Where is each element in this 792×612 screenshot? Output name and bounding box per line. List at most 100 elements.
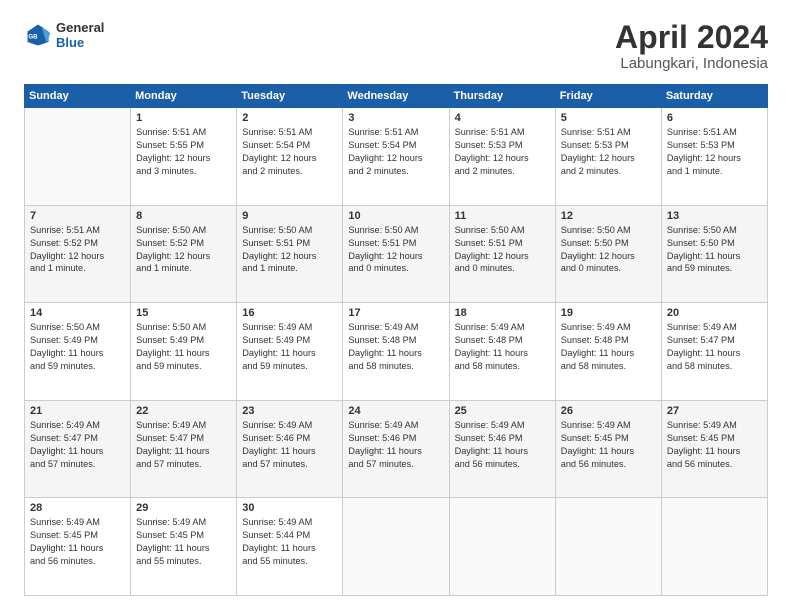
logo-blue: Blue xyxy=(56,35,104,50)
calendar-cell: 25Sunrise: 5:49 AMSunset: 5:46 PMDayligh… xyxy=(449,400,555,498)
day-number: 26 xyxy=(561,405,656,417)
week-row-1: 1 Sunrise: 5:51 AMSunset: 5:55 PMDaylight… xyxy=(25,108,768,206)
calendar-cell: 26 Sunrise: 5:49 AMSunset: 5:45 PMDayligh… xyxy=(555,400,661,498)
day-number: 2 xyxy=(242,112,337,124)
calendar-cell: 21Sunrise: 5:49 AMSunset: 5:47 PMDayligh… xyxy=(25,400,131,498)
day-number: 12 xyxy=(561,210,656,222)
day-number: 4 xyxy=(455,112,550,124)
day-info: Sunrise: 5:51 AMSunset: 5:54 PMDaylight:… xyxy=(242,126,337,178)
day-info: Sunrise: 5:49 AMSunset: 5:45 PMDaylight:… xyxy=(30,516,125,568)
day-number: 28 xyxy=(30,502,125,514)
day-info: Sunrise: 5:50 AMSunset: 5:50 PMDaylight:… xyxy=(561,224,656,276)
calendar-cell: 10Sunrise: 5:50 AMSunset: 5:51 PMDayligh… xyxy=(343,205,449,303)
logo: GB General Blue xyxy=(24,20,104,50)
calendar-cell: 23 Sunrise: 5:49 AMSunset: 5:46 PMDayligh… xyxy=(237,400,343,498)
col-header-thursday: Thursday xyxy=(449,85,555,108)
week-row-4: 21Sunrise: 5:49 AMSunset: 5:47 PMDayligh… xyxy=(25,400,768,498)
header-row: SundayMondayTuesdayWednesdayThursdayFrid… xyxy=(25,85,768,108)
day-number: 20 xyxy=(667,307,762,319)
calendar-cell xyxy=(661,498,767,596)
calendar-cell: 5 Sunrise: 5:51 AMSunset: 5:53 PMDaylight… xyxy=(555,108,661,206)
day-info: Sunrise: 5:51 AMSunset: 5:52 PMDaylight:… xyxy=(30,224,125,276)
calendar-cell: 28 Sunrise: 5:49 AMSunset: 5:45 PMDayligh… xyxy=(25,498,131,596)
day-info: Sunrise: 5:49 AMSunset: 5:46 PMDaylight:… xyxy=(455,419,550,471)
day-number: 5 xyxy=(561,112,656,124)
calendar-cell: 13Sunrise: 5:50 AMSunset: 5:50 PMDayligh… xyxy=(661,205,767,303)
calendar-cell: 9 Sunrise: 5:50 AMSunset: 5:51 PMDaylight… xyxy=(237,205,343,303)
day-info: Sunrise: 5:49 AMSunset: 5:47 PMDaylight:… xyxy=(30,419,125,471)
col-header-tuesday: Tuesday xyxy=(237,85,343,108)
calendar-cell: 30 Sunrise: 5:49 AMSunset: 5:44 PMDayligh… xyxy=(237,498,343,596)
calendar-cell: 19 Sunrise: 5:49 AMSunset: 5:48 PMDayligh… xyxy=(555,303,661,401)
day-number: 15 xyxy=(136,307,231,319)
col-header-wednesday: Wednesday xyxy=(343,85,449,108)
day-number: 23 xyxy=(242,405,337,417)
day-info: Sunrise: 5:51 AMSunset: 5:54 PMDaylight:… xyxy=(348,126,443,178)
day-number: 1 xyxy=(136,112,231,124)
day-number: 8 xyxy=(136,210,231,222)
day-info: Sunrise: 5:49 AMSunset: 5:48 PMDaylight:… xyxy=(348,321,443,373)
day-info: Sunrise: 5:49 AMSunset: 5:47 PMDaylight:… xyxy=(667,321,762,373)
title-month: April 2024 xyxy=(615,20,768,55)
day-number: 7 xyxy=(30,210,125,222)
day-number: 19 xyxy=(561,307,656,319)
calendar-cell: 22Sunrise: 5:49 AMSunset: 5:47 PMDayligh… xyxy=(131,400,237,498)
logo-icon: GB xyxy=(24,21,52,49)
col-header-sunday: Sunday xyxy=(25,85,131,108)
calendar-cell xyxy=(25,108,131,206)
day-info: Sunrise: 5:49 AMSunset: 5:46 PMDaylight:… xyxy=(242,419,337,471)
day-number: 11 xyxy=(455,210,550,222)
day-info: Sunrise: 5:50 AMSunset: 5:49 PMDaylight:… xyxy=(30,321,125,373)
calendar-cell: 1 Sunrise: 5:51 AMSunset: 5:55 PMDaylight… xyxy=(131,108,237,206)
day-number: 30 xyxy=(242,502,337,514)
calendar-cell: 29Sunrise: 5:49 AMSunset: 5:45 PMDayligh… xyxy=(131,498,237,596)
logo-text: General Blue xyxy=(56,20,104,50)
calendar-cell: 6 Sunrise: 5:51 AMSunset: 5:53 PMDaylight… xyxy=(661,108,767,206)
calendar-cell: 14 Sunrise: 5:50 AMSunset: 5:49 PMDayligh… xyxy=(25,303,131,401)
calendar-cell: 11Sunrise: 5:50 AMSunset: 5:51 PMDayligh… xyxy=(449,205,555,303)
calendar-cell: 3 Sunrise: 5:51 AMSunset: 5:54 PMDaylight… xyxy=(343,108,449,206)
day-number: 9 xyxy=(242,210,337,222)
col-header-friday: Friday xyxy=(555,85,661,108)
title-location: Labungkari, Indonesia xyxy=(615,55,768,72)
calendar-table: SundayMondayTuesdayWednesdayThursdayFrid… xyxy=(24,84,768,596)
day-info: Sunrise: 5:51 AMSunset: 5:53 PMDaylight:… xyxy=(561,126,656,178)
day-info: Sunrise: 5:49 AMSunset: 5:47 PMDaylight:… xyxy=(136,419,231,471)
title-block: April 2024 Labungkari, Indonesia xyxy=(615,20,768,72)
day-info: Sunrise: 5:51 AMSunset: 5:53 PMDaylight:… xyxy=(667,126,762,178)
calendar-cell: 27Sunrise: 5:49 AMSunset: 5:45 PMDayligh… xyxy=(661,400,767,498)
day-number: 3 xyxy=(348,112,443,124)
day-number: 14 xyxy=(30,307,125,319)
calendar-cell: 7 Sunrise: 5:51 AMSunset: 5:52 PMDaylight… xyxy=(25,205,131,303)
day-number: 13 xyxy=(667,210,762,222)
day-info: Sunrise: 5:49 AMSunset: 5:46 PMDaylight:… xyxy=(348,419,443,471)
calendar-cell: 20 Sunrise: 5:49 AMSunset: 5:47 PMDayligh… xyxy=(661,303,767,401)
day-number: 16 xyxy=(242,307,337,319)
day-number: 6 xyxy=(667,112,762,124)
logo-general: General xyxy=(56,20,104,35)
day-number: 17 xyxy=(348,307,443,319)
calendar-cell: 15Sunrise: 5:50 AMSunset: 5:49 PMDayligh… xyxy=(131,303,237,401)
header: GB General Blue April 2024 Labungkari, I… xyxy=(24,20,768,72)
day-info: Sunrise: 5:49 AMSunset: 5:44 PMDaylight:… xyxy=(242,516,337,568)
day-number: 24 xyxy=(348,405,443,417)
day-number: 10 xyxy=(348,210,443,222)
calendar-cell: 12 Sunrise: 5:50 AMSunset: 5:50 PMDayligh… xyxy=(555,205,661,303)
calendar-cell: 17 Sunrise: 5:49 AMSunset: 5:48 PMDayligh… xyxy=(343,303,449,401)
week-row-2: 7 Sunrise: 5:51 AMSunset: 5:52 PMDaylight… xyxy=(25,205,768,303)
col-header-monday: Monday xyxy=(131,85,237,108)
day-info: Sunrise: 5:49 AMSunset: 5:45 PMDaylight:… xyxy=(561,419,656,471)
day-info: Sunrise: 5:49 AMSunset: 5:48 PMDaylight:… xyxy=(561,321,656,373)
calendar-cell: 2 Sunrise: 5:51 AMSunset: 5:54 PMDaylight… xyxy=(237,108,343,206)
day-info: Sunrise: 5:50 AMSunset: 5:51 PMDaylight:… xyxy=(242,224,337,276)
week-row-3: 14 Sunrise: 5:50 AMSunset: 5:49 PMDayligh… xyxy=(25,303,768,401)
calendar-cell: 4 Sunrise: 5:51 AMSunset: 5:53 PMDaylight… xyxy=(449,108,555,206)
day-info: Sunrise: 5:51 AMSunset: 5:55 PMDaylight:… xyxy=(136,126,231,178)
calendar-cell: 18 Sunrise: 5:49 AMSunset: 5:48 PMDayligh… xyxy=(449,303,555,401)
page: GB General Blue April 2024 Labungkari, I… xyxy=(0,0,792,612)
calendar-cell xyxy=(555,498,661,596)
day-info: Sunrise: 5:49 AMSunset: 5:48 PMDaylight:… xyxy=(455,321,550,373)
day-number: 18 xyxy=(455,307,550,319)
day-info: Sunrise: 5:51 AMSunset: 5:53 PMDaylight:… xyxy=(455,126,550,178)
day-info: Sunrise: 5:50 AMSunset: 5:52 PMDaylight:… xyxy=(136,224,231,276)
